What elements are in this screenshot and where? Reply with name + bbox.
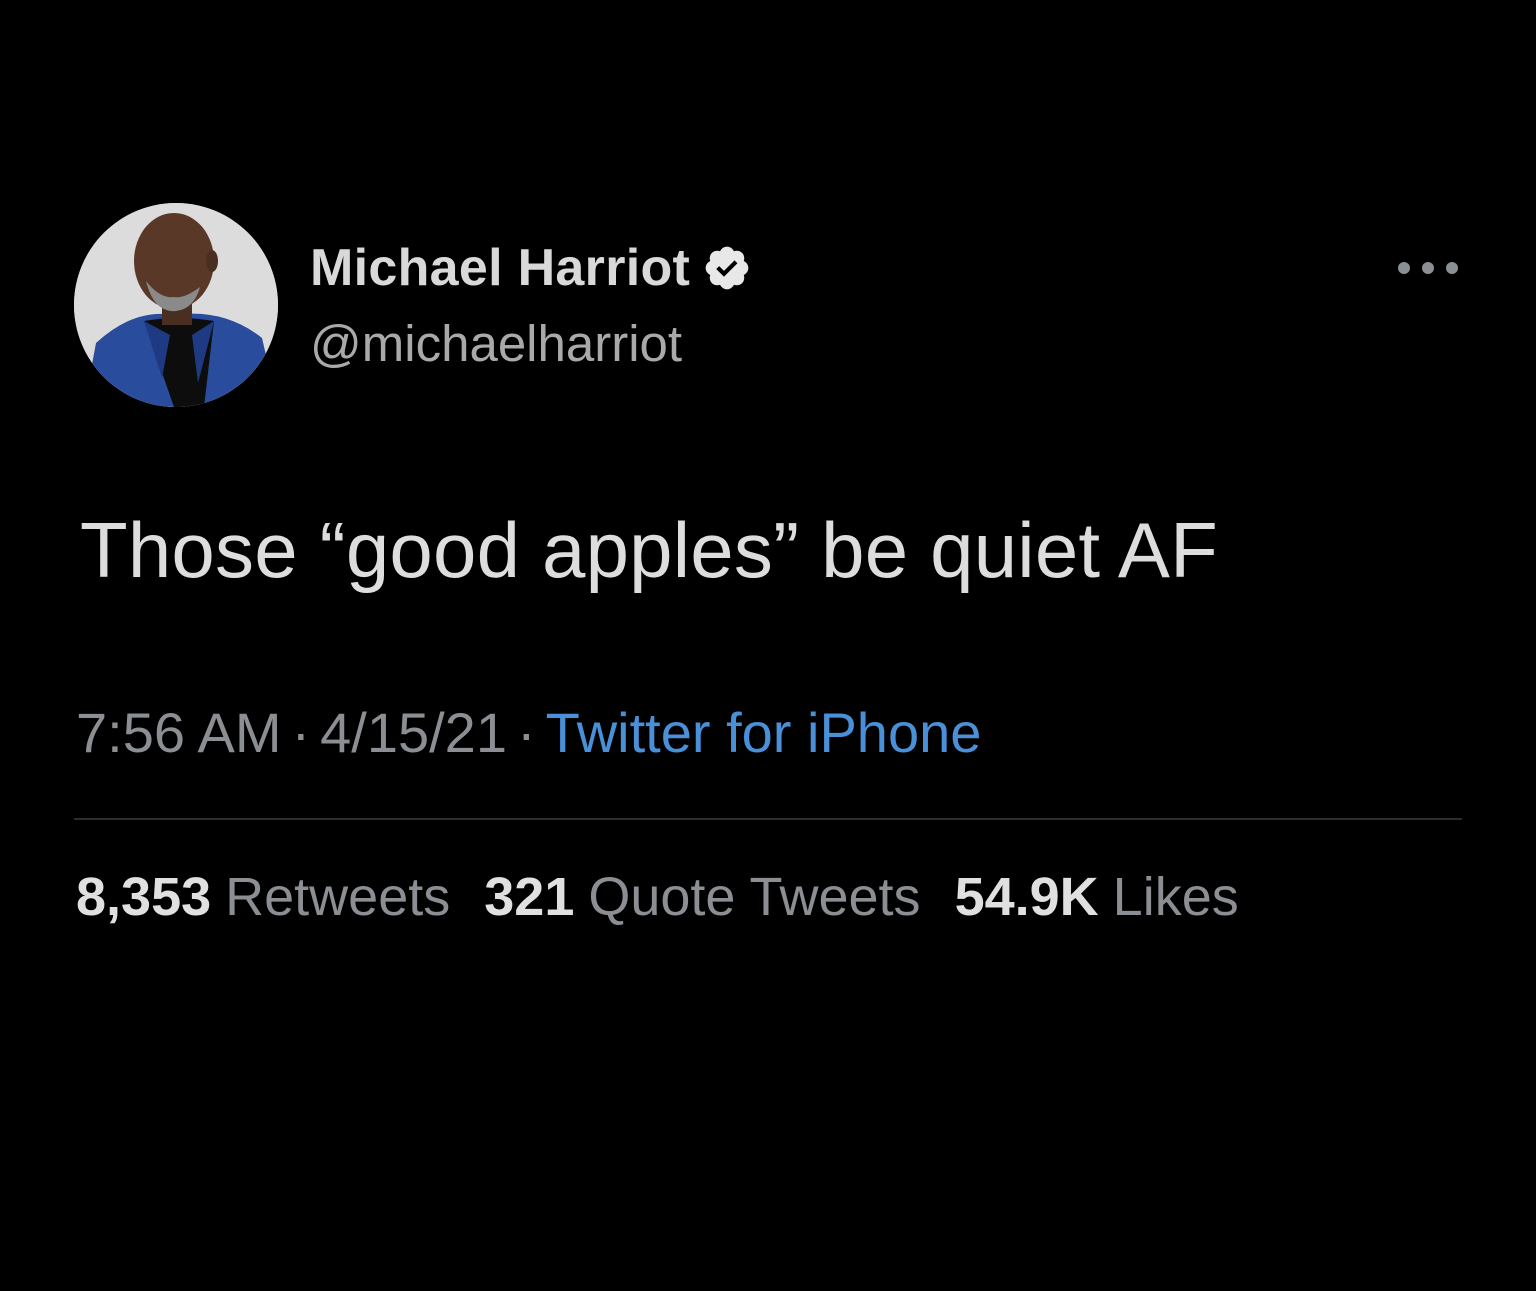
avatar-photo	[74, 203, 278, 407]
quote-tweets-label: Quote Tweets	[588, 867, 921, 927]
retweets-label: Retweets	[225, 867, 451, 927]
display-name[interactable]: Michael Harriot	[310, 238, 690, 298]
verified-badge-icon	[702, 243, 752, 293]
tweet-date[interactable]: 4/15/21	[320, 701, 507, 764]
more-dot	[1446, 262, 1458, 274]
quote-tweets-count: 321	[484, 867, 575, 927]
author-name-row[interactable]: Michael Harriot	[310, 236, 752, 300]
tweet-time[interactable]: 7:56 AM	[76, 701, 281, 764]
tweet-text: Those “good apples” be quiet AF	[80, 506, 1218, 594]
likes-stat[interactable]: 54.9K Likes	[955, 866, 1239, 928]
divider	[74, 818, 1462, 820]
retweets-count: 8,353	[76, 867, 212, 927]
tweet-detail: Michael Harriot @michaelharriot Those “g…	[0, 0, 1536, 1291]
tweet-source-link[interactable]: Twitter for iPhone	[546, 701, 982, 764]
meta-separator: ·	[516, 701, 536, 764]
tweet-stats: 8,353 Retweets 321 Quote Tweets 54.9K Likes	[76, 866, 1239, 928]
more-dot	[1422, 262, 1434, 274]
avatar[interactable]	[74, 203, 278, 407]
retweets-stat[interactable]: 8,353 Retweets	[76, 866, 450, 928]
author-handle[interactable]: @michaelharriot	[310, 314, 682, 373]
quote-tweets-stat[interactable]: 321 Quote Tweets	[484, 866, 920, 928]
more-dot	[1398, 262, 1410, 274]
likes-label: Likes	[1112, 867, 1239, 927]
more-horizontal-icon[interactable]	[1398, 256, 1458, 280]
tweet-meta: 7:56 AM · 4/15/21 · Twitter for iPhone	[76, 700, 981, 765]
meta-separator: ·	[291, 701, 311, 764]
likes-count: 54.9K	[954, 867, 1099, 927]
